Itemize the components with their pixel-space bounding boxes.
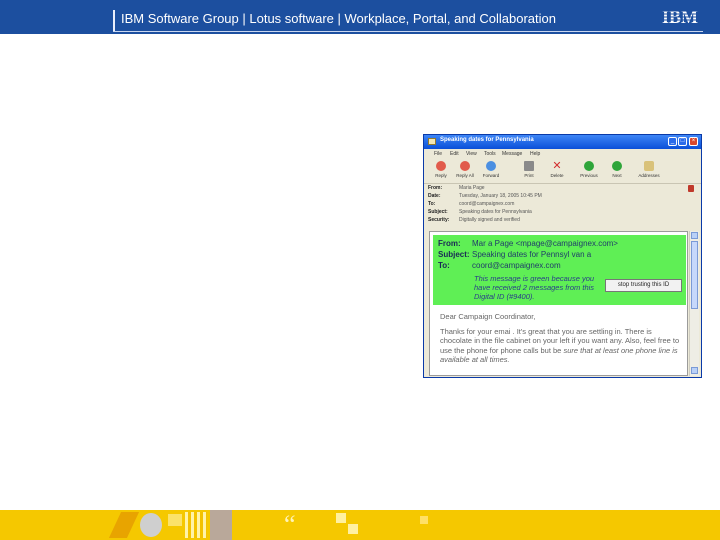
previous-icon	[584, 161, 594, 171]
forward-button[interactable]: Forward	[480, 161, 502, 181]
footer-band: “	[0, 510, 720, 540]
close-button[interactable]: ×	[689, 137, 698, 146]
print-button[interactable]: Print	[518, 161, 540, 181]
menu-view[interactable]: View	[466, 151, 477, 157]
vertical-scrollbar[interactable]	[689, 231, 699, 376]
scroll-up-arrow[interactable]	[691, 232, 698, 239]
trust-note: This message is green because you have r…	[474, 274, 595, 301]
email-window: Speaking dates for Pennsylvania _ □ × Fi…	[423, 134, 702, 378]
header-divider	[113, 10, 115, 32]
banner-subject: Subject: Speaking dates for Pennsyl van a	[438, 250, 592, 259]
header-underline	[113, 31, 703, 32]
greeting: Dear Campaign Coordinator,	[440, 312, 536, 321]
menu-message[interactable]: Message	[502, 151, 522, 157]
toolbar: Reply Reply All Forward Print ✕ Delete P…	[424, 159, 701, 184]
reply-button[interactable]: Reply	[430, 161, 452, 181]
footer-decor	[210, 510, 232, 540]
security-icon[interactable]	[688, 185, 694, 192]
addresses-button[interactable]: Addresses	[638, 161, 660, 181]
message-text: Dear Campaign Coordinator, Thanks for yo…	[440, 312, 680, 370]
footer-decor	[140, 513, 162, 537]
reply-icon	[436, 161, 446, 171]
next-button[interactable]: Next	[606, 161, 628, 181]
mail-icon	[428, 138, 436, 145]
reply-all-button[interactable]: Reply All	[454, 161, 476, 181]
ibm-logo: IBM	[657, 7, 703, 27]
message-body-pane[interactable]: From: Mar a Page <mpage@campaignex.com> S…	[429, 231, 688, 376]
minimize-button[interactable]: _	[668, 137, 677, 146]
footer-decor	[420, 516, 428, 524]
maximize-button[interactable]: □	[678, 137, 687, 146]
menu-bar: File Edit View Tools Message Help	[424, 149, 701, 159]
print-icon	[524, 161, 534, 171]
message-paragraph: Thanks for your emai . It's great that y…	[440, 326, 680, 365]
previous-button[interactable]: Previous	[578, 161, 600, 181]
menu-edit[interactable]: Edit	[450, 151, 459, 157]
message-headers: From: Maria Page Date: Tuesday, January 18…	[428, 185, 542, 223]
menu-tools[interactable]: Tools	[484, 151, 496, 157]
forward-icon	[486, 161, 496, 171]
footer-decor	[168, 514, 182, 526]
next-icon	[612, 161, 622, 171]
footer-decor	[348, 524, 358, 534]
addresses-icon	[644, 161, 654, 171]
quote-icon: “	[284, 510, 296, 539]
banner-from: From: Mar a Page <mpage@campaignex.com>	[438, 239, 618, 248]
delete-icon: ✕	[552, 160, 562, 172]
menu-file[interactable]: File	[434, 151, 442, 157]
banner-to: To: coord@campaignex.com	[438, 261, 561, 270]
menu-help[interactable]: Help	[530, 151, 540, 157]
trusted-sender-banner: From: Mar a Page <mpage@campaignex.com> S…	[433, 235, 686, 305]
window-title: Speaking dates for Pennsylvania	[440, 137, 534, 143]
reply-all-icon	[460, 161, 470, 171]
header-band: IBM Software Group | Lotus software | Wo…	[0, 0, 720, 34]
stop-trusting-button[interactable]: stop trusting this ID	[605, 279, 682, 292]
footer-decor	[108, 512, 140, 538]
scroll-thumb[interactable]	[691, 241, 698, 309]
footer-decor	[336, 513, 346, 523]
header-title: IBM Software Group | Lotus software | Wo…	[121, 11, 556, 26]
window-titlebar: Speaking dates for Pennsylvania _ □ ×	[424, 135, 701, 149]
footer-decor	[185, 512, 207, 538]
delete-button[interactable]: ✕ Delete	[546, 161, 568, 181]
scroll-down-arrow[interactable]	[691, 367, 698, 374]
